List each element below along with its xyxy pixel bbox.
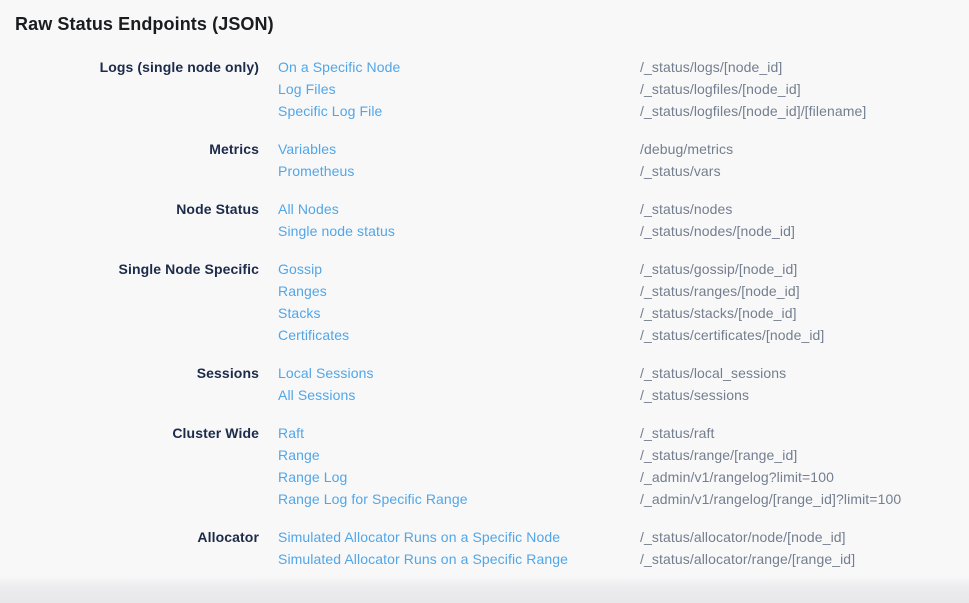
endpoint-link[interactable]: Specific Log File bbox=[278, 100, 382, 122]
endpoint-url: /_status/stacks/[node_id] bbox=[640, 302, 954, 324]
endpoint-url: /_admin/v1/rangelog/[range_id]?limit=100 bbox=[640, 488, 954, 510]
endpoint-link[interactable]: On a Specific Node bbox=[278, 56, 400, 78]
endpoint-url: /_status/vars bbox=[640, 160, 954, 182]
endpoint-links-column: Local SessionsAll Sessions bbox=[278, 362, 621, 406]
endpoint-urls-column: /_status/nodes/_status/nodes/[node_id] bbox=[640, 198, 954, 242]
endpoint-urls-column: /_status/gossip/[node_id]/_status/ranges… bbox=[640, 258, 954, 346]
endpoint-link[interactable]: Raft bbox=[278, 422, 304, 444]
category-label: Cluster Wide bbox=[15, 422, 259, 510]
endpoint-url: /_status/local_sessions bbox=[640, 362, 954, 384]
endpoint-urls-column: /_status/allocator/node/[node_id]/_statu… bbox=[640, 526, 954, 570]
category-label: Metrics bbox=[15, 138, 259, 182]
endpoint-group: Allocator Simulated Allocator Runs on a … bbox=[15, 526, 954, 570]
endpoint-link[interactable]: Single node status bbox=[278, 220, 395, 242]
endpoint-group: Node Status All NodesSingle node status … bbox=[15, 198, 954, 242]
endpoint-link[interactable]: All Nodes bbox=[278, 198, 339, 220]
endpoint-group: Logs (single node only) On a Specific No… bbox=[15, 56, 954, 122]
endpoint-urls-column: /_status/local_sessions/_status/sessions bbox=[640, 362, 954, 406]
endpoint-link[interactable]: Local Sessions bbox=[278, 362, 374, 384]
endpoint-url: /_status/raft bbox=[640, 422, 954, 444]
endpoint-link[interactable]: Range bbox=[278, 444, 320, 466]
endpoint-link[interactable]: Range Log bbox=[278, 466, 347, 488]
category-label: Allocator bbox=[15, 526, 259, 570]
endpoint-url: /_admin/v1/rangelog?limit=100 bbox=[640, 466, 954, 488]
category-label: Node Status bbox=[15, 198, 259, 242]
category-label: Logs (single node only) bbox=[15, 56, 259, 122]
endpoint-links-column: On a Specific NodeLog FilesSpecific Log … bbox=[278, 56, 621, 122]
endpoint-url: /_status/sessions bbox=[640, 384, 954, 406]
endpoint-url: /_status/nodes bbox=[640, 198, 954, 220]
endpoint-url: /_status/logs/[node_id] bbox=[640, 56, 954, 78]
page-title: Raw Status Endpoints (JSON) bbox=[15, 12, 954, 36]
category-label: Sessions bbox=[15, 362, 259, 406]
endpoint-link[interactable]: Stacks bbox=[278, 302, 321, 324]
endpoint-link[interactable]: All Sessions bbox=[278, 384, 355, 406]
endpoint-link[interactable]: Range Log for Specific Range bbox=[278, 488, 468, 510]
endpoint-url: /_status/logfiles/[node_id] bbox=[640, 78, 954, 100]
endpoint-links-column: GossipRangesStacksCertificates bbox=[278, 258, 621, 346]
endpoint-url: /_status/allocator/range/[range_id] bbox=[640, 548, 954, 570]
endpoint-url: /_status/certificates/[node_id] bbox=[640, 324, 954, 346]
endpoint-group: Cluster Wide RaftRangeRange LogRange Log… bbox=[15, 422, 954, 510]
endpoint-urls-column: /debug/metrics/_status/vars bbox=[640, 138, 954, 182]
endpoint-url: /_status/allocator/node/[node_id] bbox=[640, 526, 954, 548]
endpoint-link[interactable]: Certificates bbox=[278, 324, 349, 346]
endpoint-links-column: RaftRangeRange LogRange Log for Specific… bbox=[278, 422, 621, 510]
endpoint-link[interactable]: Prometheus bbox=[278, 160, 354, 182]
endpoint-url: /_status/ranges/[node_id] bbox=[640, 280, 954, 302]
endpoint-links-column: All NodesSingle node status bbox=[278, 198, 621, 242]
endpoint-group: Sessions Local SessionsAll Sessions /_st… bbox=[15, 362, 954, 406]
endpoint-group: Metrics VariablesPrometheus /debug/metri… bbox=[15, 138, 954, 182]
endpoint-url: /_status/gossip/[node_id] bbox=[640, 258, 954, 280]
category-label: Single Node Specific bbox=[15, 258, 259, 346]
endpoint-links-column: Simulated Allocator Runs on a Specific N… bbox=[278, 526, 621, 570]
endpoint-link[interactable]: Log Files bbox=[278, 78, 336, 100]
endpoint-url: /_status/range/[range_id] bbox=[640, 444, 954, 466]
debug-endpoints-page: Raw Status Endpoints (JSON) Logs (single… bbox=[0, 0, 969, 570]
endpoint-url: /_status/nodes/[node_id] bbox=[640, 220, 954, 242]
endpoint-link[interactable]: Gossip bbox=[278, 258, 322, 280]
endpoint-link[interactable]: Simulated Allocator Runs on a Specific N… bbox=[278, 526, 560, 548]
endpoint-table: Logs (single node only) On a Specific No… bbox=[15, 56, 954, 570]
endpoint-link[interactable]: Variables bbox=[278, 138, 336, 160]
endpoint-link[interactable]: Ranges bbox=[278, 280, 327, 302]
endpoint-url: /_status/logfiles/[node_id]/[filename] bbox=[640, 100, 954, 122]
endpoint-urls-column: /_status/raft/_status/range/[range_id]/_… bbox=[640, 422, 954, 510]
endpoint-urls-column: /_status/logs/[node_id]/_status/logfiles… bbox=[640, 56, 954, 122]
endpoint-url: /debug/metrics bbox=[640, 138, 954, 160]
endpoint-links-column: VariablesPrometheus bbox=[278, 138, 621, 182]
endpoint-group: Single Node Specific GossipRangesStacksC… bbox=[15, 258, 954, 346]
endpoint-link[interactable]: Simulated Allocator Runs on a Specific R… bbox=[278, 548, 568, 570]
